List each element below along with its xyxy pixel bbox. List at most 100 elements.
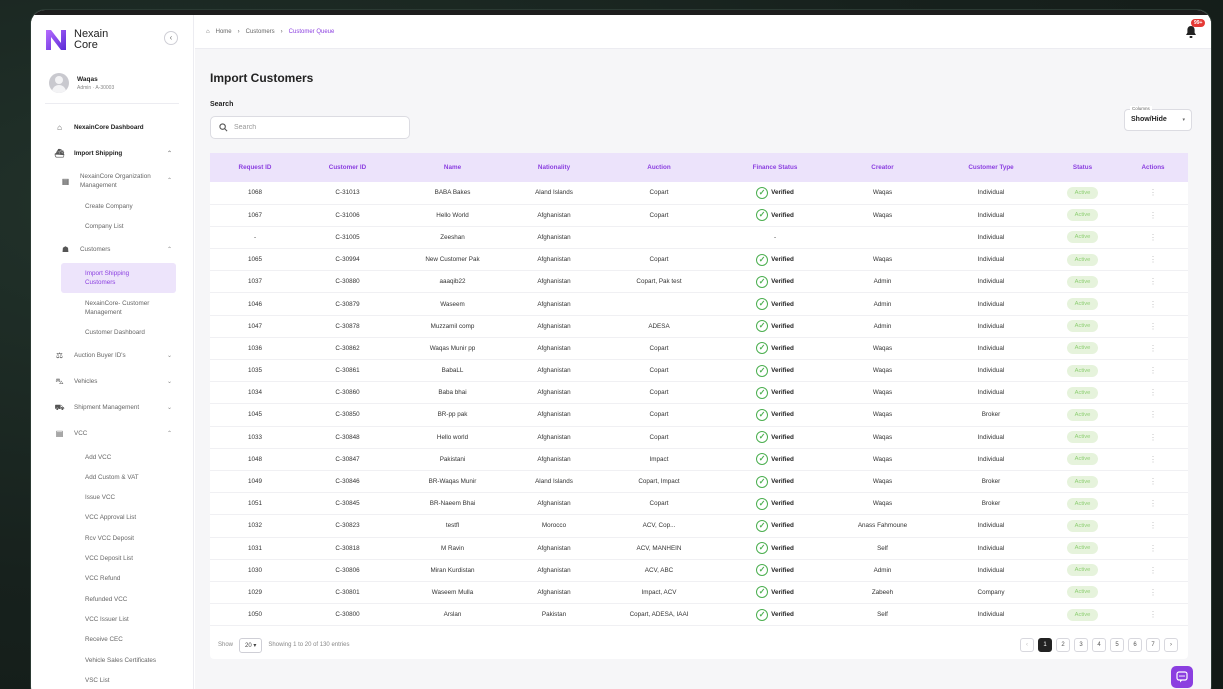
sidebar-item-customers[interactable]: ☗ Customers ⌃ [31, 237, 194, 263]
more-options-icon[interactable]: ⋮ [1149, 499, 1157, 508]
sidebar-item-company-list[interactable]: Company List [31, 216, 194, 236]
column-header[interactable]: Nationality [510, 153, 598, 182]
table-row[interactable]: 1045 C-30850 BR-pp pak Afghanistan Copart ✓ Ve… [210, 404, 1188, 427]
more-options-icon[interactable]: ⋮ [1149, 366, 1157, 375]
table-row[interactable]: 1051 C-30845 BR-Naeem Bhai Afghanistan Copar… [210, 493, 1188, 515]
search-input[interactable] [234, 124, 394, 131]
sidebar-item-rcv-vcc-deposit[interactable]: Rcv VCC Deposit [31, 528, 194, 548]
more-options-icon[interactable]: ⋮ [1149, 388, 1157, 397]
chevron-down-icon: ⌄ [166, 379, 172, 386]
more-options-icon[interactable]: ⋮ [1149, 566, 1157, 575]
table-row[interactable]: 1046 C-30879 Waseem Afghanistan ✓ Verified Adm… [210, 293, 1188, 316]
table-row[interactable]: 1036 C-30862 Waqas Munir pp Afghanistan Copa… [210, 337, 1188, 360]
sidebar-item-customer-management[interactable]: NexainCore- Customer Management [31, 293, 194, 323]
notifications-button[interactable]: 99+ [1185, 19, 1206, 39]
sidebar-item-vsc-list[interactable]: VSC List [31, 670, 194, 689]
table-row[interactable]: 1048 C-30847 Pakistani Afghanistan Impact ✓ Ve… [210, 448, 1188, 471]
more-options-icon[interactable]: ⋮ [1149, 344, 1157, 353]
sidebar-item-dashboard[interactable]: ⌂ NexainCore Dashboard [31, 114, 194, 140]
table-row[interactable]: 1047 C-30878 Muzzamil comp Afghanistan ADESA… [210, 315, 1188, 338]
more-options-icon[interactable]: ⋮ [1149, 521, 1157, 530]
column-header[interactable]: Finance Status [720, 153, 830, 182]
sidebar-item-organization-management[interactable]: ▦ NexainCore Organization Management ⌃ [31, 166, 194, 196]
sidebar-item-add-vcc[interactable]: Add VCC [31, 447, 194, 467]
table-row[interactable]: 1031 C-30818 M Ravin Afghanistan ACV, MANHEI… [210, 537, 1188, 560]
table-row[interactable]: 1065 C-30994 New Customer Pak Afghanistan Co… [210, 249, 1188, 271]
breadcrumb-home[interactable]: Home [216, 29, 232, 35]
sidebar-item-vcc-issuer-list[interactable]: VCC Issuer List [31, 609, 194, 629]
table-row[interactable]: 1049 C-30846 BR-Waqas Munir Aland Islands Co… [210, 470, 1188, 493]
sidebar-item-receive-cec[interactable]: Receive CEC [31, 630, 194, 650]
column-header[interactable]: Status [1047, 153, 1118, 182]
finance-status: ✓ Verified [756, 475, 794, 488]
sidebar-item-add-custom-vat[interactable]: Add Custom & VAT [31, 467, 194, 487]
sidebar-item-issue-vcc[interactable]: Issue VCC [31, 487, 194, 507]
column-header[interactable]: Auction [598, 153, 720, 182]
more-options-icon[interactable]: ⋮ [1149, 588, 1157, 597]
more-options-icon[interactable]: ⋮ [1149, 610, 1157, 619]
prev-page-button[interactable]: ‹ [1020, 638, 1034, 652]
more-options-icon[interactable]: ⋮ [1149, 255, 1157, 264]
table-row[interactable]: 1035 C-30861 BabaLL Afghanistan Copart ✓ Verif… [210, 360, 1188, 382]
column-header[interactable]: Name [395, 153, 510, 182]
column-header[interactable]: Customer Type [935, 153, 1047, 182]
table-row[interactable]: 1068 C-31013 BABA Bakes Aland Islands Copart… [210, 182, 1188, 205]
page-button[interactable]: 7 [1146, 638, 1160, 652]
sidebar-item-import-shipping-customers[interactable]: Import Shipping Customers [61, 262, 176, 293]
finance-status-cell: - [773, 233, 777, 241]
collapse-sidebar-button[interactable]: ‹ [164, 31, 178, 45]
table-row[interactable]: - C-31005 Zeeshan Afghanistan - Individual Act… [210, 226, 1188, 249]
sidebar-item-vehicle-sales-certificates[interactable]: Vehicle Sales Certificates [31, 650, 194, 670]
table-row[interactable]: 1067 C-31006 Hello World Afghanistan Copart ✓… [210, 204, 1188, 227]
table-row[interactable]: 1037 C-30880 aaaqib22 Afghanistan Copart, Pa… [210, 271, 1188, 293]
breadcrumb-customers[interactable]: Customers [246, 29, 275, 35]
user-profile[interactable]: Waqas Admin · A-30003 [49, 73, 114, 93]
chat-button[interactable] [1171, 666, 1193, 688]
creator-cell: Waqas [872, 455, 893, 463]
sidebar-item-create-company[interactable]: Create Company [31, 196, 194, 216]
search-field[interactable] [210, 116, 410, 139]
sidebar-item-vcc[interactable]: ▤ VCC ⌃ [31, 421, 194, 447]
sidebar-item-shipment-management[interactable]: ⛟ Shipment Management ⌄ [31, 395, 194, 421]
app-logo[interactable]: Nexain Core [43, 27, 108, 53]
sidebar-item-refunded-vcc[interactable]: Refunded VCC [31, 589, 194, 609]
column-header[interactable]: Customer ID [300, 153, 395, 182]
more-options-icon[interactable]: ⋮ [1149, 322, 1157, 331]
more-options-icon[interactable]: ⋮ [1149, 544, 1157, 553]
more-options-icon[interactable]: ⋮ [1149, 233, 1157, 242]
columns-select[interactable]: Columns Show/Hide ▾ [1124, 106, 1192, 131]
page-button[interactable]: 2 [1056, 638, 1070, 652]
more-options-icon[interactable]: ⋮ [1149, 277, 1157, 286]
more-options-icon[interactable]: ⋮ [1149, 455, 1157, 464]
more-options-icon[interactable]: ⋮ [1149, 211, 1157, 220]
column-header[interactable]: Actions [1118, 153, 1188, 182]
table-row[interactable]: 1050 C-30800 Arslan Pakistan Copart, ADESA, … [210, 604, 1188, 626]
table-row[interactable]: 1029 C-30801 Waseem Mulla Afghanistan Impact… [210, 581, 1188, 604]
table-row[interactable]: 1030 C-30806 Miran Kurdistan Afghanistan ACV… [210, 559, 1188, 582]
page-button[interactable]: 5 [1110, 638, 1124, 652]
more-options-icon[interactable]: ⋮ [1149, 477, 1157, 486]
sidebar-item-vcc-refund[interactable]: VCC Refund [31, 569, 194, 589]
next-page-button[interactable]: › [1164, 638, 1178, 652]
sidebar-item-vcc-approval-list[interactable]: VCC Approval List [31, 508, 194, 528]
sidebar-item-customer-dashboard[interactable]: Customer Dashboard [31, 323, 194, 343]
more-options-icon[interactable]: ⋮ [1149, 300, 1157, 309]
sidebar-item-import-shipping[interactable]: ⛴ Import Shipping ⌃ [31, 140, 194, 166]
table-row[interactable]: 1033 C-30848 Hello world Afghanistan Copart ✓… [210, 426, 1188, 449]
finance-status-label: Verified [771, 344, 794, 352]
page-button[interactable]: 1 [1038, 638, 1052, 652]
sidebar-item-vehicles[interactable]: ⛍ Vehicles ⌄ [31, 369, 194, 395]
table-row[interactable]: 1034 C-30860 Baba bhai Afghanistan Copart ✓ Ve… [210, 382, 1188, 404]
more-options-icon[interactable]: ⋮ [1149, 188, 1157, 197]
table-row[interactable]: 1032 C-30823 testfl Morocco ACV, Cop... ✓ Veri… [210, 515, 1188, 537]
page-button[interactable]: 6 [1128, 638, 1142, 652]
sidebar-item-vcc-deposit-list[interactable]: VCC Deposit List [31, 548, 194, 568]
page-button[interactable]: 3 [1074, 638, 1088, 652]
column-header[interactable]: Creator [830, 153, 935, 182]
column-header[interactable]: Request ID [210, 153, 300, 182]
page-size-select[interactable]: 20 ▾ [239, 637, 263, 653]
sidebar-item-auction-buyer-ids[interactable]: ⚖ Auction Buyer ID's ⌄ [31, 343, 194, 369]
page-button[interactable]: 4 [1092, 638, 1106, 652]
more-options-icon[interactable]: ⋮ [1149, 433, 1157, 442]
more-options-icon[interactable]: ⋮ [1149, 410, 1157, 419]
